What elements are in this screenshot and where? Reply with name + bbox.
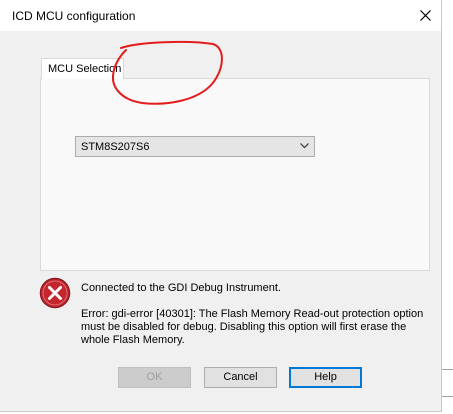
- help-button[interactable]: Help: [289, 367, 362, 388]
- mcu-config-dialog: ICD MCU configuration MCU Selection STM8…: [0, 0, 442, 412]
- mcu-select[interactable]: STM8S207S6: [75, 136, 315, 157]
- connection-status-text: Connected to the GDI Debug Instrument.: [81, 282, 281, 294]
- tab-mcu-selection[interactable]: MCU Selection: [41, 58, 124, 79]
- mcu-select-value: STM8S207S6: [81, 141, 150, 153]
- error-icon: [39, 277, 71, 309]
- ok-button[interactable]: OK: [118, 367, 191, 388]
- title-bar: ICD MCU configuration: [0, 0, 441, 31]
- tab-mcu-selection-label: MCU Selection: [48, 63, 122, 75]
- cancel-button[interactable]: Cancel: [204, 367, 277, 388]
- error-message-text: Error: gdi-error [40301]: The Flash Memo…: [81, 308, 424, 346]
- mcu-selection-panel: [40, 78, 430, 271]
- window-title: ICD MCU configuration: [12, 9, 136, 23]
- close-button[interactable]: [411, 1, 441, 30]
- chevron-down-icon: [300, 143, 309, 149]
- close-icon: [420, 10, 431, 21]
